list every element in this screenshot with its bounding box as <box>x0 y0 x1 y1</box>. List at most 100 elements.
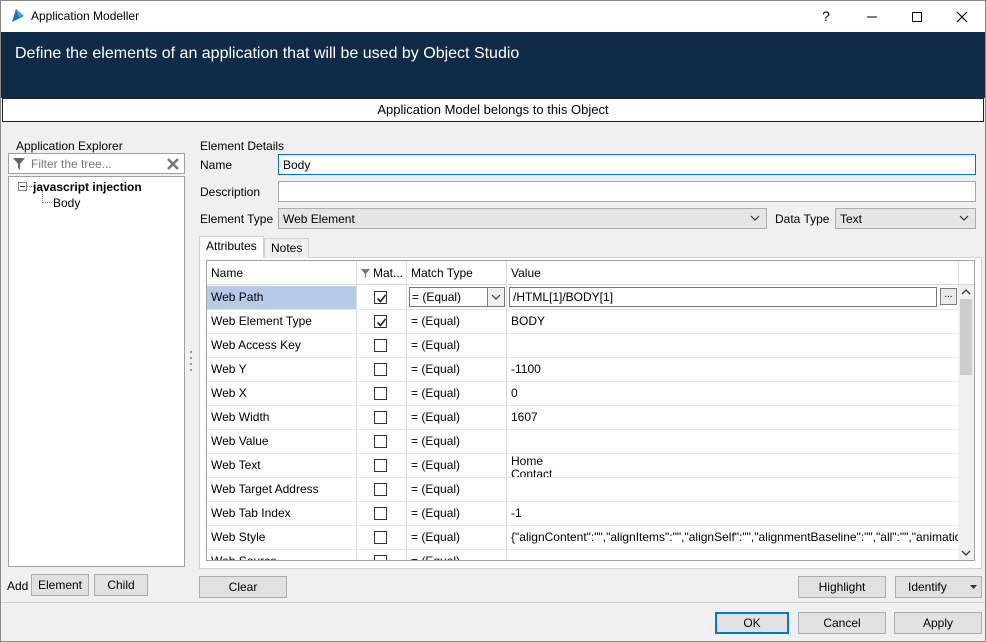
tree-node-root[interactable]: javascript injection <box>33 180 142 194</box>
highlight-button[interactable]: Highlight <box>798 576 886 598</box>
match-type-cell[interactable]: = (Equal) <box>407 502 507 525</box>
name-input[interactable]: Body <box>278 154 976 175</box>
match-checkbox[interactable] <box>374 339 387 352</box>
match-type-cell[interactable]: = (Equal) <box>407 358 507 381</box>
attribute-name-cell[interactable]: Web Y <box>207 358 357 381</box>
application-model-owner-bar[interactable]: Application Model belongs to this Object <box>2 98 984 122</box>
dropdown-arrow-icon[interactable] <box>970 585 977 590</box>
value-cell[interactable] <box>507 550 959 560</box>
minimize-button[interactable] <box>849 1 895 32</box>
scrollbar-thumb[interactable] <box>960 299 972 375</box>
match-type-cell[interactable]: = (Equal) <box>407 406 507 429</box>
table-row[interactable]: Web Source = (Equal) <box>207 550 959 560</box>
match-type-cell[interactable]: = (Equal) <box>407 550 507 560</box>
value-cell[interactable]: -1 <box>507 502 959 525</box>
element-type-select[interactable]: Web Element <box>278 208 767 229</box>
chevron-down-icon[interactable] <box>961 549 971 557</box>
value-cell[interactable] <box>507 334 959 357</box>
attribute-name-cell[interactable]: Web Target Address <box>207 478 357 501</box>
match-checkbox[interactable] <box>374 531 387 544</box>
help-button[interactable]: ? <box>803 1 849 32</box>
match-type-cell[interactable]: = (Equal) <box>407 454 507 477</box>
table-row[interactable]: Web Value = (Equal) <box>207 430 959 454</box>
table-row[interactable]: Web Target Address = (Equal) <box>207 478 959 502</box>
chevron-up-icon[interactable] <box>961 288 971 296</box>
match-checkbox[interactable] <box>374 411 387 424</box>
tab-notes[interactable]: Notes <box>264 238 310 258</box>
identify-button[interactable]: Identify <box>895 576 982 598</box>
match-checkbox[interactable] <box>374 435 387 448</box>
table-row[interactable]: Web Element Type = (Equal) BODY <box>207 310 959 334</box>
clear-button[interactable]: Clear <box>199 576 287 598</box>
match-checkbox[interactable] <box>374 363 387 376</box>
application-tree[interactable]: javascript injection Body <box>8 176 185 567</box>
header-match[interactable]: Mat... <box>357 261 407 285</box>
value-input[interactable]: /HTML[1]/BODY[1] <box>509 287 937 307</box>
attribute-name-cell[interactable]: Web Path <box>207 286 357 309</box>
ok-button[interactable]: OK <box>715 612 789 634</box>
match-type-cell[interactable]: = (Equal) <box>407 334 507 357</box>
attribute-name-cell[interactable]: Web Value <box>207 430 357 453</box>
cancel-button[interactable]: Cancel <box>798 612 886 634</box>
header-name[interactable]: Name <box>207 261 357 285</box>
value-cell[interactable] <box>507 430 959 453</box>
table-row[interactable]: Web Text = (Equal) Home Contact <box>207 454 959 478</box>
match-type-cell[interactable]: = (Equal) <box>407 382 507 405</box>
match-checkbox[interactable] <box>374 459 387 472</box>
match-type-cell[interactable]: = (Equal) <box>407 430 507 453</box>
value-cell[interactable]: -1100 <box>507 358 959 381</box>
apply-button[interactable]: Apply <box>894 612 982 634</box>
match-checkbox[interactable] <box>374 315 387 328</box>
table-row[interactable]: Web X = (Equal) 0 <box>207 382 959 406</box>
tab-attributes[interactable]: Attributes <box>199 236 264 258</box>
match-checkbox[interactable] <box>374 507 387 520</box>
value-editor-button[interactable]: ... <box>940 288 957 305</box>
attribute-name-cell[interactable]: Web Text <box>207 454 357 477</box>
add-child-button[interactable]: Child <box>94 574 148 596</box>
value-cell[interactable]: Home Contact <box>507 454 959 477</box>
match-checkbox[interactable] <box>374 483 387 496</box>
close-window-button[interactable] <box>939 1 985 32</box>
match-checkbox[interactable] <box>374 555 387 560</box>
table-row[interactable]: Web Width = (Equal) 1607 <box>207 406 959 430</box>
description-input[interactable] <box>278 181 976 202</box>
attribute-name-cell[interactable]: Web Element Type <box>207 310 357 333</box>
collapse-toggle-icon[interactable] <box>18 182 27 191</box>
header-value[interactable]: Value <box>507 261 959 285</box>
match-type-cell[interactable]: = (Equal) <box>407 526 507 549</box>
tree-filter-input[interactable]: Filter the tree... <box>31 157 112 171</box>
value-cell[interactable]: 0 <box>507 382 959 405</box>
grid-scrollbar[interactable] <box>958 285 974 560</box>
table-row[interactable]: Web Access Key = (Equal) <box>207 334 959 358</box>
match-type-cell[interactable]: = (Equal) <box>407 310 507 333</box>
table-row[interactable]: Web Style = (Equal) {"alignContent":"","al… <box>207 526 959 550</box>
match-type-dropdown[interactable] <box>487 288 504 306</box>
tree-node-body[interactable]: Body <box>53 196 80 210</box>
attribute-name-cell[interactable]: Web Access Key <box>207 334 357 357</box>
value-cell[interactable]: 1607 <box>507 406 959 429</box>
attribute-name-cell[interactable]: Web Width <box>207 406 357 429</box>
table-row[interactable]: Web Tab Index = (Equal) -1 <box>207 502 959 526</box>
value-cell[interactable]: {"alignContent":"","alignItems":"","alig… <box>507 526 959 549</box>
attribute-name-cell[interactable]: Web Tab Index <box>207 502 357 525</box>
value-cell[interactable]: BODY <box>507 310 959 333</box>
attribute-name-cell[interactable]: Web X <box>207 382 357 405</box>
match-checkbox[interactable] <box>374 387 387 400</box>
match-type-cell[interactable]: = (Equal) <box>407 478 507 501</box>
value-cell[interactable] <box>507 478 959 501</box>
match-type-select[interactable]: = (Equal) <box>407 286 507 309</box>
clear-filter-icon[interactable] <box>166 157 180 171</box>
header-match-type[interactable]: Match Type <box>407 261 507 285</box>
splitter-grip[interactable] <box>190 351 193 375</box>
tree-filter-box[interactable]: Filter the tree... <box>8 153 185 174</box>
table-row[interactable]: Web Y = (Equal) -1100 <box>207 358 959 382</box>
match-type-combo[interactable]: = (Equal) <box>409 287 505 307</box>
value-editor-cell[interactable]: /HTML[1]/BODY[1]... <box>507 286 959 309</box>
data-type-select[interactable]: Text <box>835 208 976 229</box>
attribute-name-cell[interactable]: Web Style <box>207 526 357 549</box>
match-checkbox[interactable] <box>374 291 387 304</box>
add-element-button[interactable]: Element <box>31 574 89 596</box>
table-row[interactable]: Web Path = (Equal) /HTML[1]/BODY[1]... <box>207 286 959 310</box>
attribute-name-cell[interactable]: Web Source <box>207 550 357 560</box>
maximize-button[interactable] <box>894 1 940 32</box>
